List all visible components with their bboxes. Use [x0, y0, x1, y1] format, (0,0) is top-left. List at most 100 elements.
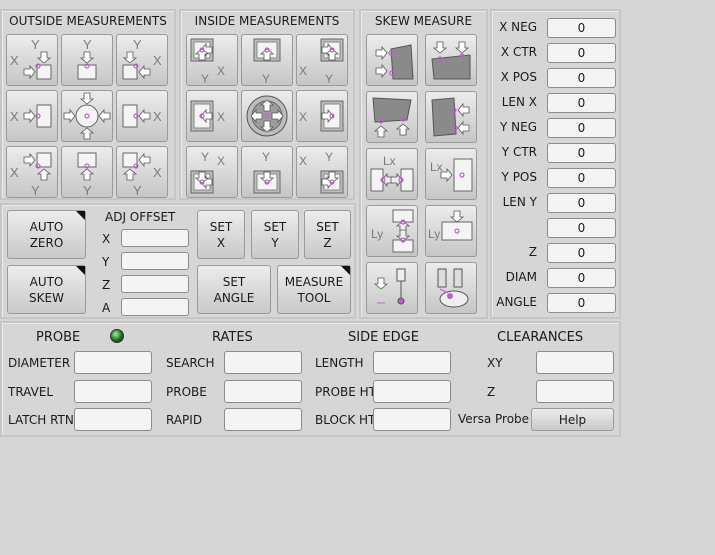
svg-text:X: X — [299, 110, 307, 124]
set-z-button[interactable]: SET Z — [304, 210, 351, 259]
tool-measure-button[interactable] — [425, 262, 477, 314]
result-label: Z — [528, 245, 537, 259]
rates-input[interactable] — [224, 408, 302, 431]
inside-yminus-edge-icon: Y — [253, 150, 281, 194]
skew-x-left-button[interactable] — [366, 34, 418, 86]
inside-xminus-yplus-corner-icon: XY — [190, 38, 225, 85]
svg-text:X: X — [217, 64, 225, 78]
help-button[interactable]: Help — [531, 408, 614, 431]
probe-label: TRAVEL — [8, 384, 54, 399]
svg-text:X: X — [10, 109, 19, 124]
clearances-label: Z — [487, 384, 496, 399]
inside-hole-center-button[interactable] — [241, 90, 293, 142]
inside-xminus-edge-button[interactable]: X — [186, 90, 238, 142]
svg-text:Y: Y — [83, 183, 92, 197]
auto-skew-button[interactable]: AUTO SKEW — [7, 265, 86, 314]
svg-text:Y: Y — [325, 72, 333, 85]
probe-input[interactable] — [74, 408, 152, 431]
inside-xplus-edge-button[interactable]: X — [296, 90, 348, 142]
skew-y-top-button[interactable] — [425, 34, 477, 86]
outside-yminus-edge-button[interactable]: Y — [61, 146, 113, 198]
inside-xplus-yminus-corner-button[interactable]: XY — [296, 146, 348, 198]
length-x-inside-button[interactable]: Lx — [425, 148, 477, 200]
inside-measurements-title: INSIDE MEASUREMENTS — [194, 14, 340, 28]
outside-xplus-edge-button[interactable]: X — [116, 90, 168, 142]
probe-status-led — [110, 329, 124, 343]
probe-input[interactable] — [74, 379, 152, 403]
result-value: 0 — [547, 18, 616, 38]
probe-input[interactable] — [74, 351, 152, 374]
inside-xminus-yplus-corner-button[interactable]: XY — [186, 34, 238, 86]
set-angle-button[interactable]: SET ANGLE — [197, 265, 271, 314]
outside-yminus-edge-icon: Y — [77, 152, 97, 197]
length-y-inside-icon: Ly — [428, 210, 473, 241]
outside-xminus-yplus-corner-button[interactable]: XY — [6, 34, 58, 86]
adj-offset-input[interactable] — [121, 298, 189, 316]
toggle-corner-icon — [341, 266, 350, 275]
outside-xplus-yplus-corner-button[interactable]: XY — [116, 34, 168, 86]
outside-xminus-yminus-corner-button[interactable]: XY — [6, 146, 58, 198]
set-x-button[interactable]: SET X — [197, 210, 245, 259]
outside-xminus-edge-button[interactable]: X — [6, 90, 58, 142]
inside-xminus-yminus-corner-button[interactable]: XY — [186, 146, 238, 198]
adj-offset-label: Z — [102, 278, 111, 292]
outside-xplus-yplus-corner-icon: XY — [122, 37, 162, 80]
svg-text:Y: Y — [262, 72, 270, 85]
outside-yplus-edge-icon: Y — [77, 37, 97, 80]
svg-text:X: X — [153, 165, 162, 180]
inside-hole-center-icon — [246, 95, 288, 137]
svg-text:Y: Y — [83, 37, 92, 52]
auto-zero-button[interactable]: AUTO ZERO — [7, 210, 86, 259]
length-y-outside-button[interactable]: Ly — [366, 205, 418, 257]
side-edge-input[interactable] — [373, 379, 451, 403]
svg-text:X: X — [299, 154, 307, 168]
rates-label: SEARCH — [166, 356, 215, 370]
result-value: 0 — [547, 293, 616, 313]
adj-offset-input[interactable] — [121, 275, 189, 293]
length-y-inside-button[interactable]: Ly — [425, 205, 477, 257]
inside-yplus-edge-button[interactable]: Y — [241, 34, 293, 86]
rates-input[interactable] — [224, 351, 302, 374]
clearances-label: XY — [487, 356, 503, 370]
outside-yplus-edge-button[interactable]: Y — [61, 34, 113, 86]
skew-measure-title: SKEW MEASURE — [374, 14, 473, 28]
probe-down-button[interactable] — [366, 262, 418, 314]
skew-y-top-icon — [431, 41, 471, 80]
inside-yminus-edge-button[interactable]: Y — [241, 146, 293, 198]
skew-x-bottom-button[interactable] — [366, 91, 418, 143]
svg-text:Lx: Lx — [383, 154, 396, 168]
skew-y-right-button[interactable] — [425, 91, 477, 143]
outside-xplus-yminus-corner-button[interactable]: XY — [116, 146, 168, 198]
clearances-input[interactable] — [536, 351, 614, 374]
svg-text:X: X — [217, 154, 225, 168]
result-value: 0 — [547, 168, 616, 188]
result-label: X POS — [500, 70, 537, 84]
outside-center-button[interactable] — [61, 90, 113, 142]
measure-tool-button[interactable]: MEASURE TOOL — [277, 265, 351, 314]
clearances-input[interactable] — [536, 379, 614, 403]
inside-xplus-yminus-corner-icon: XY — [299, 150, 344, 194]
adj-offset-input[interactable] — [121, 252, 189, 270]
inside-xplus-yplus-corner-button[interactable]: XY — [296, 34, 348, 86]
rates-label: PROBE — [166, 384, 207, 399]
result-value: 0 — [547, 143, 616, 163]
set-y-button[interactable]: SET Y — [251, 210, 299, 259]
outside-xplus-edge-icon: X — [122, 104, 162, 128]
inside-xplus-edge-icon: X — [299, 100, 344, 132]
adj-offset-input[interactable] — [121, 229, 189, 247]
length-x-outside-button[interactable]: Lx — [366, 148, 418, 200]
svg-text:X: X — [153, 109, 162, 124]
svg-text:Ly: Ly — [371, 227, 383, 241]
result-label: X NEG — [499, 20, 537, 34]
versa-probe-label: Versa Probe — [458, 412, 530, 426]
outside-measurements-title: OUTSIDE MEASUREMENTS — [9, 14, 167, 28]
result-value: 0 — [547, 243, 616, 263]
inside-yplus-edge-icon: Y — [253, 38, 281, 85]
rates-input[interactable] — [224, 379, 302, 403]
probe-label: DIAMETER — [8, 356, 71, 370]
result-label: LEN X — [501, 95, 537, 109]
inside-xminus-yminus-corner-icon: XY — [190, 150, 225, 194]
svg-text:Y: Y — [201, 150, 209, 164]
side-edge-input[interactable] — [373, 408, 451, 431]
side-edge-input[interactable] — [373, 351, 451, 374]
